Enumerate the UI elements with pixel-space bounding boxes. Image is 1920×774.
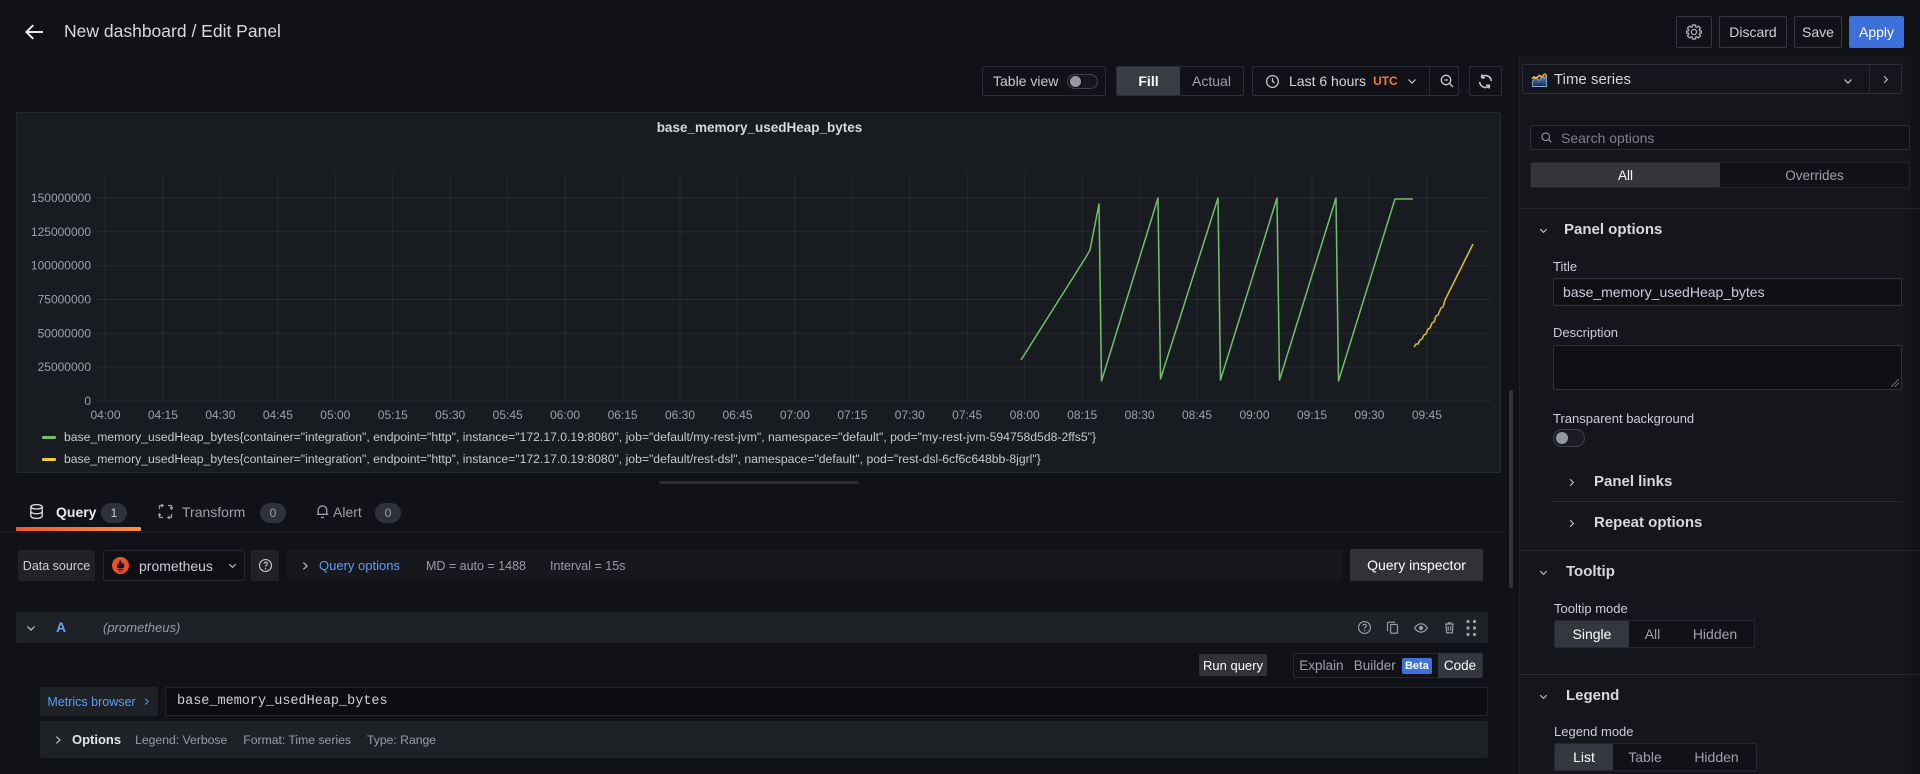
svg-text:08:00: 08:00 — [1010, 408, 1040, 422]
svg-text:09:00: 09:00 — [1239, 408, 1269, 422]
svg-text:06:15: 06:15 — [608, 408, 638, 422]
svg-text:50000000: 50000000 — [38, 326, 92, 340]
svg-text:06:45: 06:45 — [722, 408, 752, 422]
svg-text:07:00: 07:00 — [780, 408, 810, 422]
svg-text:08:15: 08:15 — [1067, 408, 1097, 422]
svg-text:04:00: 04:00 — [90, 408, 120, 422]
svg-text:08:45: 08:45 — [1182, 408, 1212, 422]
svg-text:100000000: 100000000 — [31, 259, 91, 273]
svg-text:06:00: 06:00 — [550, 408, 580, 422]
svg-text:07:45: 07:45 — [952, 408, 982, 422]
svg-text:04:15: 04:15 — [148, 408, 178, 422]
svg-text:07:30: 07:30 — [895, 408, 925, 422]
svg-text:09:15: 09:15 — [1297, 408, 1327, 422]
svg-text:05:30: 05:30 — [435, 408, 465, 422]
svg-text:09:45: 09:45 — [1412, 408, 1442, 422]
svg-text:150000000: 150000000 — [31, 191, 91, 205]
svg-text:0: 0 — [84, 394, 91, 408]
svg-text:05:15: 05:15 — [378, 408, 408, 422]
svg-text:04:45: 04:45 — [263, 408, 293, 422]
svg-text:05:00: 05:00 — [320, 408, 350, 422]
svg-text:125000000: 125000000 — [31, 225, 91, 239]
svg-text:08:30: 08:30 — [1125, 408, 1155, 422]
svg-text:25000000: 25000000 — [38, 360, 92, 374]
svg-text:06:30: 06:30 — [665, 408, 695, 422]
svg-text:04:30: 04:30 — [205, 408, 235, 422]
svg-text:75000000: 75000000 — [38, 293, 92, 307]
svg-text:05:45: 05:45 — [493, 408, 523, 422]
svg-text:09:30: 09:30 — [1354, 408, 1384, 422]
svg-text:07:15: 07:15 — [837, 408, 867, 422]
